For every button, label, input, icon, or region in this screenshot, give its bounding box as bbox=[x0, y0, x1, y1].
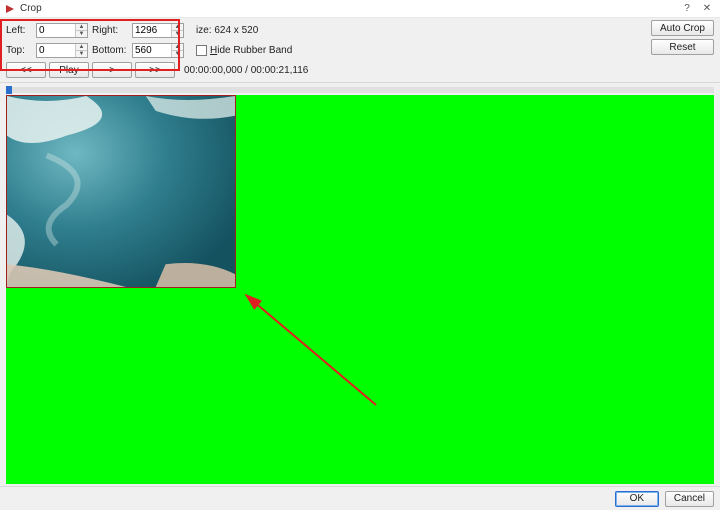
right-spinner[interactable]: ▲▼ bbox=[132, 23, 184, 38]
timeline[interactable] bbox=[6, 87, 714, 93]
up-icon[interactable]: ▲ bbox=[172, 44, 183, 51]
hide-rubber-band-checkbox[interactable]: Hide Rubber Band bbox=[196, 45, 292, 56]
help-button[interactable]: ? bbox=[678, 2, 696, 16]
play-button[interactable]: Play bbox=[49, 62, 89, 78]
up-icon[interactable]: ▲ bbox=[76, 44, 87, 51]
down-icon[interactable]: ▼ bbox=[172, 51, 183, 57]
controls-panel: Left: ▲▼ Right: ▲▼ ize: 624 x 520 Top: ▲… bbox=[0, 18, 720, 82]
auto-crop-button[interactable]: Auto Crop bbox=[651, 20, 714, 36]
video-frame bbox=[6, 95, 236, 288]
row-lr: Left: ▲▼ Right: ▲▼ ize: 624 x 520 bbox=[6, 21, 714, 39]
right-stepper[interactable]: ▲▼ bbox=[171, 24, 183, 37]
crop-dialog: Crop ? ✕ Left: ▲▼ Right: ▲▼ ize: 624 x 5… bbox=[0, 0, 720, 510]
playback-row: << Play > >> 00:00:00,000 / 00:00:21,116 bbox=[6, 62, 714, 78]
bottom-input[interactable] bbox=[133, 44, 171, 57]
bottom-spinner[interactable]: ▲▼ bbox=[132, 43, 184, 58]
up-icon[interactable]: ▲ bbox=[76, 24, 87, 31]
step-button[interactable]: > bbox=[92, 62, 132, 78]
dialog-footer: OK Cancel bbox=[0, 486, 720, 510]
app-icon bbox=[4, 3, 16, 15]
bottom-label: Bottom: bbox=[92, 45, 128, 56]
rewind-button[interactable]: << bbox=[6, 62, 46, 78]
close-button[interactable]: ✕ bbox=[698, 2, 716, 16]
right-label: Right: bbox=[92, 25, 128, 36]
left-spinner[interactable]: ▲▼ bbox=[36, 23, 88, 38]
left-label: Left: bbox=[6, 25, 32, 36]
titlebar: Crop ? ✕ bbox=[0, 0, 720, 18]
titlebar-controls: ? ✕ bbox=[678, 2, 716, 16]
reset-button[interactable]: Reset bbox=[651, 39, 714, 55]
checkbox-box[interactable] bbox=[196, 45, 207, 56]
bottom-stepper[interactable]: ▲▼ bbox=[171, 44, 183, 57]
down-icon[interactable]: ▼ bbox=[172, 31, 183, 37]
right-button-stack: Auto Crop Reset bbox=[651, 20, 714, 55]
size-label: ize: 624 x 520 bbox=[196, 25, 258, 36]
left-input[interactable] bbox=[37, 24, 75, 37]
top-spinner[interactable]: ▲▼ bbox=[36, 43, 88, 58]
up-icon[interactable]: ▲ bbox=[172, 24, 183, 31]
right-input[interactable] bbox=[133, 24, 171, 37]
top-stepper[interactable]: ▲▼ bbox=[75, 44, 87, 57]
left-stepper[interactable]: ▲▼ bbox=[75, 24, 87, 37]
size-value: 624 x 520 bbox=[214, 25, 258, 36]
hide-rubber-band-label: Hide Rubber Band bbox=[210, 45, 292, 56]
top-input[interactable] bbox=[37, 44, 75, 57]
preview-canvas[interactable] bbox=[6, 95, 714, 484]
ffwd-button[interactable]: >> bbox=[135, 62, 175, 78]
window-title: Crop bbox=[20, 3, 678, 14]
cancel-button[interactable]: Cancel bbox=[665, 491, 714, 507]
down-icon[interactable]: ▼ bbox=[76, 51, 87, 57]
canvas-area bbox=[0, 82, 720, 486]
time-display: 00:00:00,000 / 00:00:21,116 bbox=[184, 65, 308, 76]
top-label: Top: bbox=[6, 45, 32, 56]
ocean-image bbox=[7, 96, 235, 287]
ok-button[interactable]: OK bbox=[615, 491, 659, 507]
down-icon[interactable]: ▼ bbox=[76, 31, 87, 37]
timeline-playhead[interactable] bbox=[6, 86, 12, 94]
row-tb: Top: ▲▼ Bottom: ▲▼ Hide Rubber Band bbox=[6, 41, 714, 59]
